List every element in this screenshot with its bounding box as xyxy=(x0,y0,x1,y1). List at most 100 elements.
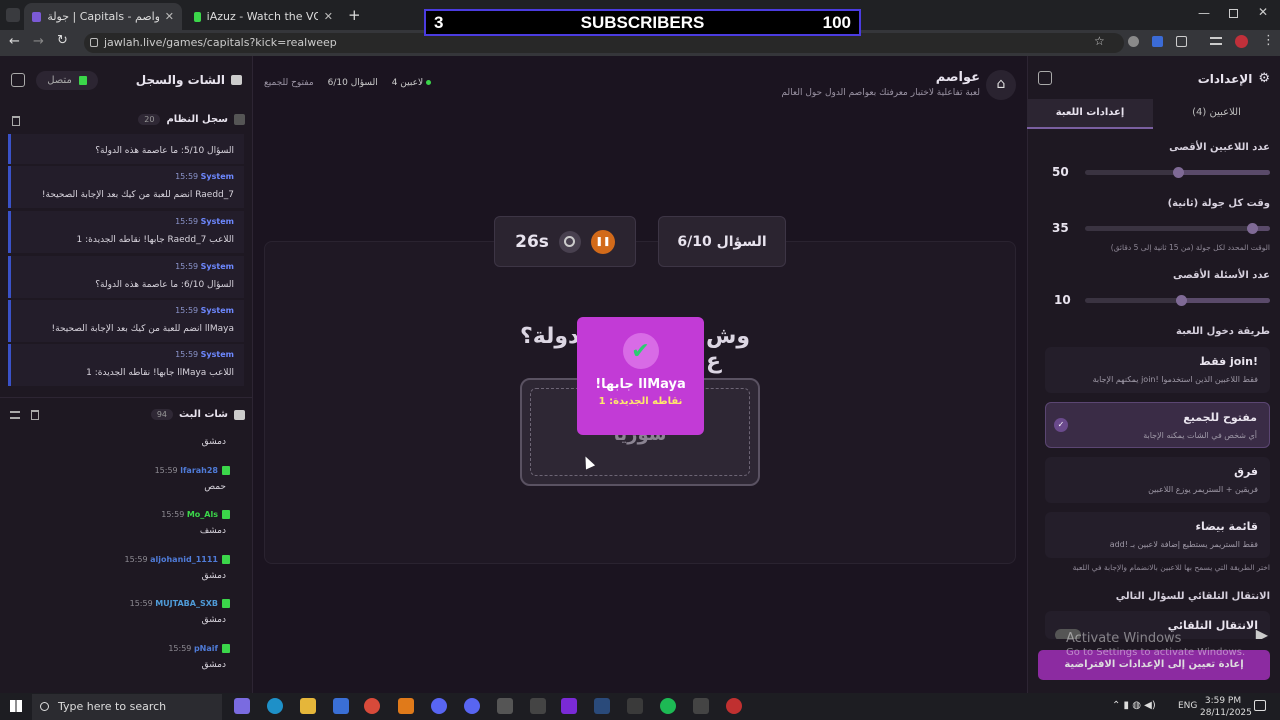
tab-title: iAzuz - Watch the VOD on Kick xyxy=(206,10,318,23)
slider-handle[interactable] xyxy=(1246,223,1258,234)
steam-icon[interactable] xyxy=(594,698,610,714)
list-item: 15:59 System السؤال 6/10: ما عاصمة هذه ا… xyxy=(8,256,244,298)
close-icon[interactable]: ✕ xyxy=(165,10,174,23)
copilot-icon[interactable] xyxy=(234,698,250,714)
question-number-card: السؤال 6/10 xyxy=(658,216,786,267)
discord-icon[interactable] xyxy=(464,698,480,714)
join-option-join-only[interactable]: !join فقط فقط اللاعبين الذين استخدموا !j… xyxy=(1045,347,1270,393)
pause-button[interactable]: ❚❚ xyxy=(590,229,615,254)
collapse-right-icon[interactable] xyxy=(1038,71,1052,85)
menu-icon[interactable]: ⋮ xyxy=(1262,33,1275,48)
log-count-badge: 20 xyxy=(138,114,161,125)
tray-icons[interactable]: ⌃ ▮ ◍ ◀) xyxy=(1112,700,1156,711)
close-window-button[interactable]: ✕ xyxy=(1258,5,1268,19)
clear-log-icon[interactable] xyxy=(12,116,20,126)
forward-icon[interactable]: → xyxy=(33,34,44,49)
xbox-icon[interactable] xyxy=(627,698,643,714)
log-icon xyxy=(234,114,245,125)
players-count: 4 لاعبين xyxy=(392,78,431,88)
slider-handle[interactable] xyxy=(1172,167,1184,178)
watermark-title: Activate Windows xyxy=(1066,631,1182,646)
timer-value: 26s xyxy=(515,231,549,252)
chat-icon xyxy=(231,75,242,85)
popup-title: llMaya جابها! xyxy=(595,377,686,392)
kick-favicon-icon xyxy=(194,11,201,22)
max-players-label: عدد اللاعبين الأقصى xyxy=(1169,142,1270,153)
selected-check-icon: ✓ xyxy=(1054,418,1068,432)
notification-icon[interactable] xyxy=(1254,700,1266,711)
chrome-icon[interactable] xyxy=(364,698,380,714)
collapse-left-icon[interactable] xyxy=(11,73,25,87)
list-item: 15:59 pNaif دمشق xyxy=(8,644,244,684)
max-questions-value: 10 xyxy=(1054,293,1071,307)
join-option-teams[interactable]: فرق فريقين + الستريمر يوزع اللاعبين xyxy=(1045,457,1270,503)
join-option-whitelist[interactable]: قائمة بيضاء فقط الستريمر يستطيع إضافة لا… xyxy=(1045,512,1270,558)
close-icon[interactable]: ✕ xyxy=(324,10,333,23)
extension-icon[interactable] xyxy=(1152,36,1163,47)
back-icon[interactable]: ← xyxy=(9,34,20,49)
spotify-icon[interactable] xyxy=(660,698,676,714)
home-button[interactable]: ⌂ xyxy=(986,70,1016,100)
windows-start-icon[interactable] xyxy=(10,700,22,712)
divider xyxy=(0,397,253,398)
app-icon[interactable] xyxy=(561,698,577,714)
settings-title: ⚙ الإعدادات xyxy=(1197,71,1270,86)
extension-icon[interactable] xyxy=(1128,36,1139,47)
join-method-label: طريقة دخول اللعبة xyxy=(1176,326,1270,337)
watermark-subtitle: Go to Settings to activate Windows. xyxy=(1066,647,1246,658)
reload-icon[interactable]: ↻ xyxy=(57,33,68,48)
overlay-label: SUBSCRIBERS xyxy=(580,12,705,32)
game-status-bar: مفتوح للجميع السؤال 6/10 4 لاعبين xyxy=(264,78,431,88)
app-icon[interactable] xyxy=(726,698,742,714)
store-icon[interactable] xyxy=(333,698,349,714)
discord-icon[interactable] xyxy=(431,698,447,714)
kick-icon xyxy=(222,644,230,653)
list-item: 15:59 MUJTABA_SXB دمشق xyxy=(8,599,244,639)
edge-icon[interactable] xyxy=(267,698,283,714)
clock[interactable]: 3:59 PM 28/11/2025 xyxy=(1200,695,1252,719)
game-subtitle: لعبة تفاعلية لاختبار معرفتك بعواصم الدول… xyxy=(781,88,980,98)
tab-title: جولة | Capitals - عواصم xyxy=(47,10,159,23)
tab-game-settings[interactable]: إعدادات اللعبة xyxy=(1027,99,1153,129)
language-indicator[interactable]: ENG xyxy=(1178,701,1197,711)
list-item: 15:59 System اللاعب Raedd_7 جابها! نقاطه… xyxy=(8,211,244,253)
game-title: عواصم xyxy=(935,70,980,85)
app-icon[interactable] xyxy=(530,698,546,714)
kick-icon xyxy=(222,466,230,475)
taskbar-search-input[interactable]: Type here to search xyxy=(32,694,222,720)
bookmark-star-icon[interactable]: ☆ xyxy=(1094,34,1105,48)
clear-chat-icon[interactable] xyxy=(31,410,39,420)
tab-search-button[interactable] xyxy=(6,8,20,22)
max-questions-slider[interactable] xyxy=(1085,295,1270,306)
filter-icon[interactable] xyxy=(10,411,20,419)
tab-players[interactable]: اللاعبين (4) xyxy=(1153,99,1280,129)
timer-card: 26s ❚❚ xyxy=(494,216,636,267)
puzzle-icon[interactable] xyxy=(1176,36,1187,47)
restore-button[interactable] xyxy=(1229,9,1238,18)
tab-kick-vod[interactable]: iAzuz - Watch the VOD on Kick ✕ xyxy=(186,3,341,30)
site-info-icon[interactable] xyxy=(90,38,98,47)
system-log-list: السؤال 5/10: ما عاصمة هذه الدولة؟ 15:59 … xyxy=(0,134,253,386)
round-time-slider[interactable] xyxy=(1085,223,1270,234)
app-icon[interactable] xyxy=(497,698,513,714)
chat-count-badge: 94 xyxy=(150,409,174,420)
list-item: 15:59 System llMaya انضم للعبة من كيك بع… xyxy=(8,300,244,342)
kick-icon xyxy=(78,76,87,85)
avatar[interactable] xyxy=(1235,35,1248,48)
url-field[interactable]: jawlah.live/games/capitals?kick=realweep xyxy=(84,33,1124,53)
join-option-open[interactable]: مفتوح للجميع أي شخص في الشات يمكنه الإجا… xyxy=(1045,402,1270,448)
live-chat-header: شات البث 94 xyxy=(120,409,245,420)
app-icon[interactable] xyxy=(693,698,709,714)
round-time-hint: الوقت المحدد لكل جولة (من 15 ثانية إلى 5… xyxy=(1110,243,1270,252)
minimize-button[interactable]: — xyxy=(1198,6,1210,20)
new-tab-button[interactable]: + xyxy=(348,6,361,24)
search-icon xyxy=(40,702,49,711)
app-icon[interactable] xyxy=(398,698,414,714)
max-players-value: 50 xyxy=(1052,165,1069,179)
max-players-slider[interactable] xyxy=(1085,167,1270,178)
next-arrow-icon: ▶ xyxy=(1255,625,1268,639)
file-explorer-icon[interactable] xyxy=(300,698,316,714)
check-icon: ✔ xyxy=(622,333,659,369)
tab-capitals[interactable]: جولة | Capitals - عواصم ✕ xyxy=(24,3,182,30)
media-icon[interactable] xyxy=(1210,37,1222,45)
